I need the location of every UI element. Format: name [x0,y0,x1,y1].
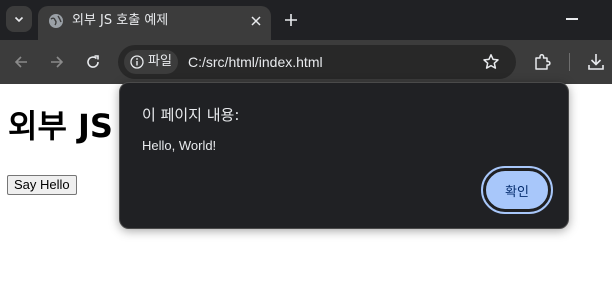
download-icon[interactable] [586,52,606,72]
arrow-right-icon [51,56,64,68]
address-bar[interactable]: 파일 C:/src/html/index.html [118,45,516,79]
tab-active[interactable]: 외부 JS 호출 예제 [38,6,271,40]
alert-dialog: 이 페이지 내용: Hello, World! 확인 [119,82,569,229]
back-button[interactable] [11,52,31,72]
arrow-left-icon [14,56,27,68]
say-hello-button[interactable]: Say Hello [7,175,77,195]
reload-button[interactable] [83,52,103,72]
tab-strip: 외부 JS 호출 예제 [0,0,612,40]
toolbar-divider [569,53,570,71]
puzzle-icon[interactable] [533,52,553,72]
new-tab-button[interactable] [281,10,301,30]
dialog-message: Hello, World! [142,138,217,153]
site-info-label: 파일 [148,54,172,69]
info-icon [130,55,144,69]
chevron-down-icon [14,16,24,23]
plus-icon [285,14,297,26]
ok-button[interactable]: 확인 [485,170,549,210]
close-icon [251,16,261,26]
reload-icon [87,55,99,68]
minimize-icon[interactable] [566,18,578,20]
tab-close-button[interactable] [248,13,264,29]
toolbar: 파일 C:/src/html/index.html [0,40,612,84]
page-heading: 외부 JS [8,107,113,145]
star-icon[interactable] [482,53,500,71]
tab-search-button[interactable] [6,6,32,32]
site-info-chip[interactable]: 파일 [124,50,178,74]
forward-button[interactable] [47,52,67,72]
url-text[interactable]: C:/src/html/index.html [188,53,323,71]
tab-title: 외부 JS 호출 예제 [72,13,169,28]
globe-icon [49,14,63,28]
dialog-title: 이 페이지 내용: [142,106,240,124]
